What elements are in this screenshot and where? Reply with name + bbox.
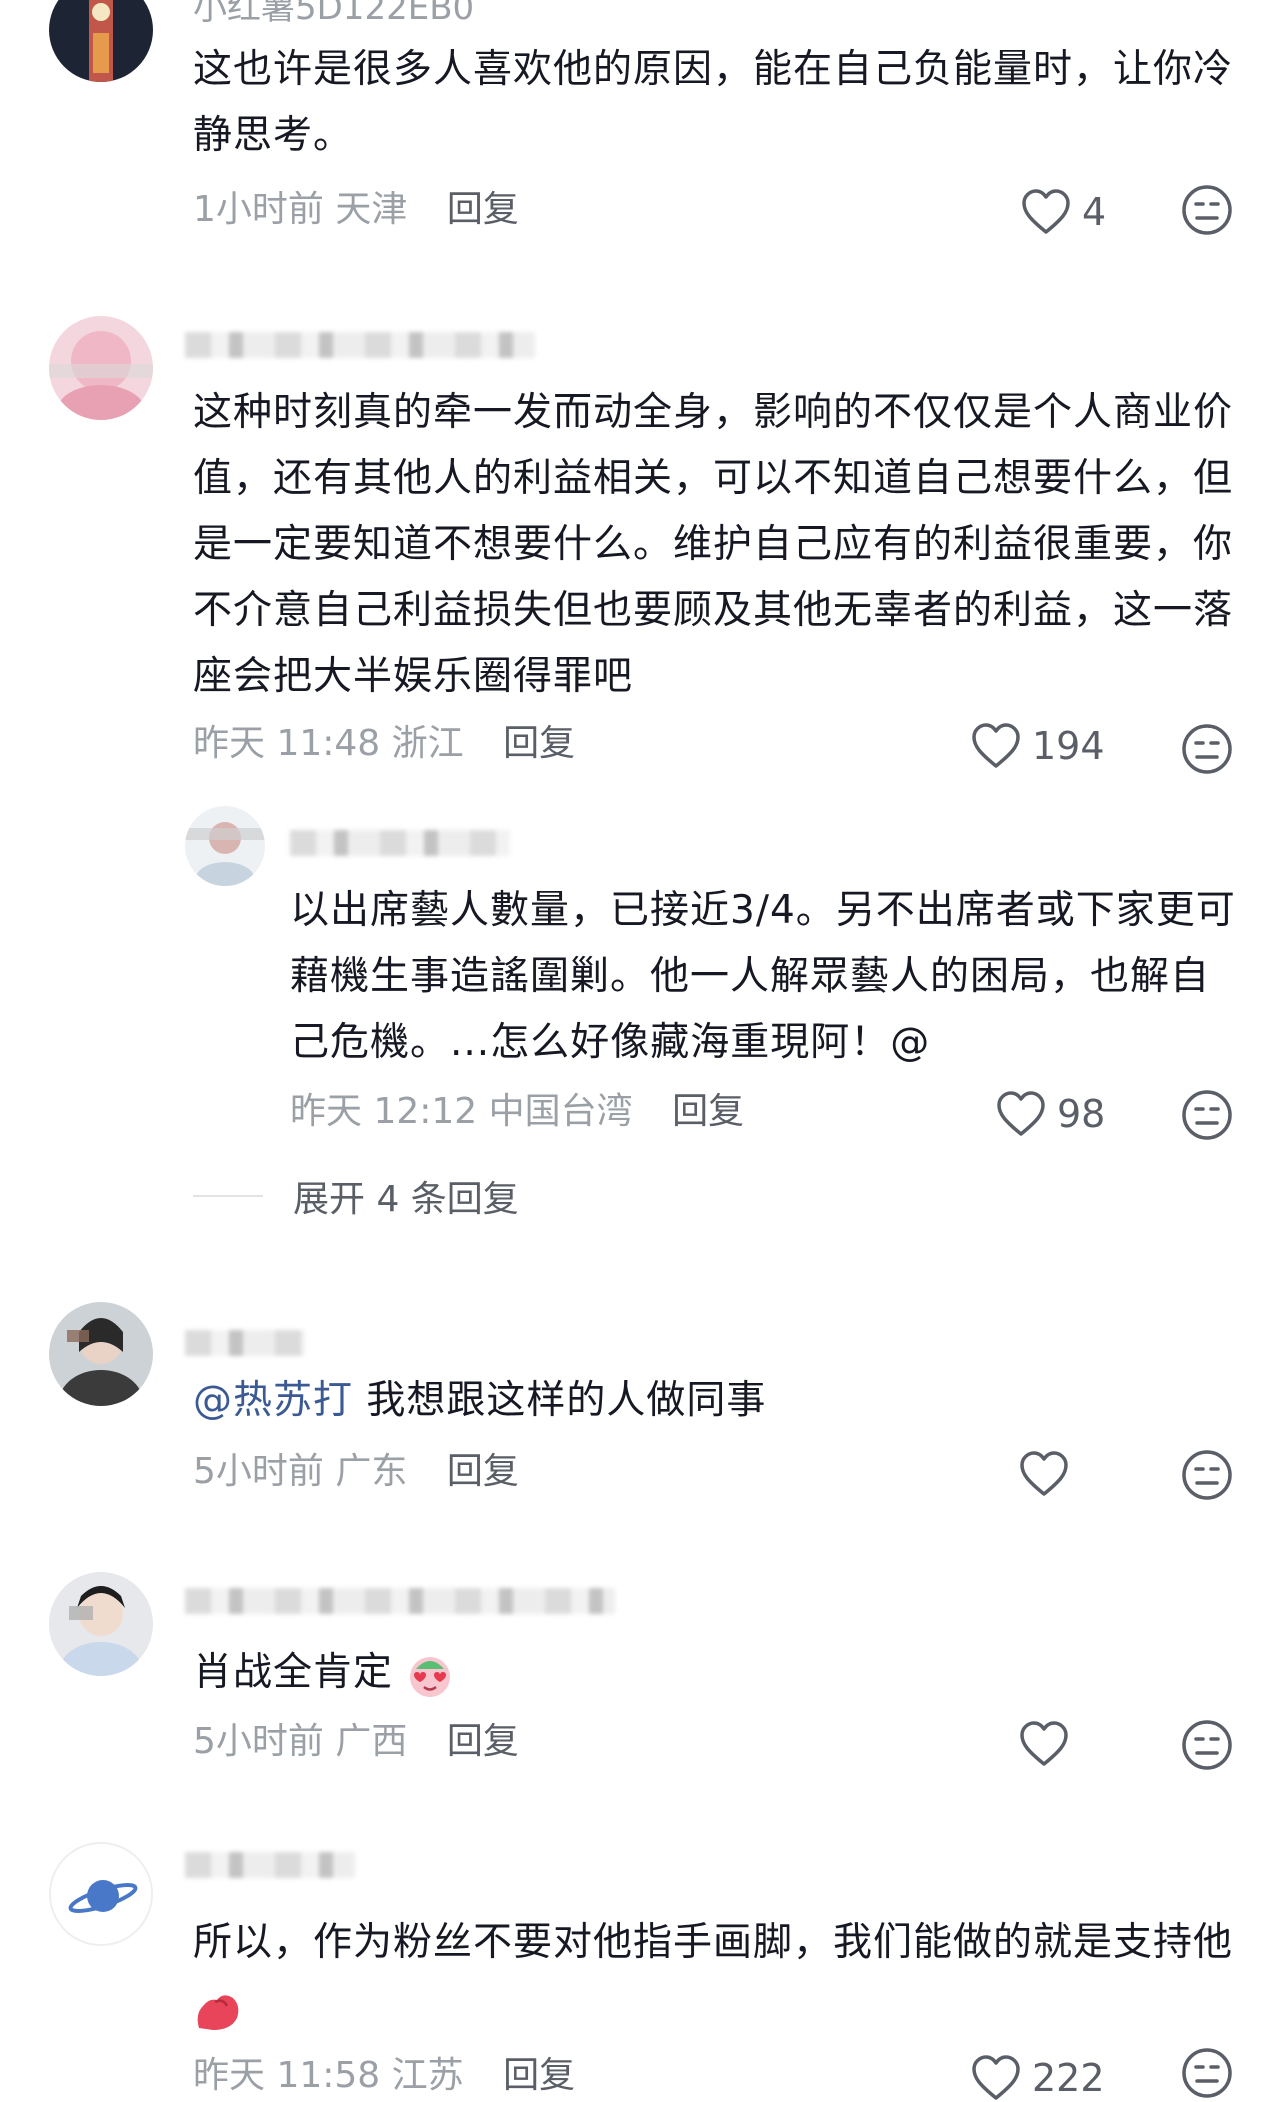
comment-time: 昨天 11:58 xyxy=(193,2055,381,2096)
reply-button[interactable]: 回复 xyxy=(672,1091,744,1132)
avatar[interactable] xyxy=(49,1572,153,1676)
dislike-icon[interactable] xyxy=(1180,183,1234,237)
reply-time: 昨天 12:12 xyxy=(290,1091,478,1132)
comment-body: 我想跟这样的人做同事 xyxy=(366,1378,767,1423)
username[interactable]: 小红薯5D122EB0 xyxy=(193,0,474,28)
like-count: 4 xyxy=(1082,190,1107,234)
comment-text: @热苏打 我想跟这样的人做同事 xyxy=(193,1368,1233,1434)
like-button[interactable]: 98 xyxy=(995,1090,1105,1138)
username-redacted xyxy=(290,830,510,856)
reply-button[interactable]: 回复 xyxy=(503,723,575,764)
dislike-icon[interactable] xyxy=(1180,722,1234,776)
heart-icon xyxy=(1020,1451,1068,1496)
comment-location: 江苏 xyxy=(391,2055,464,2096)
like-button[interactable] xyxy=(1018,1720,1070,1768)
comment-time: 5小时前 xyxy=(193,1451,324,1492)
like-button[interactable]: 4 xyxy=(1020,188,1106,236)
like-button[interactable]: 194 xyxy=(970,722,1105,770)
like-count: 98 xyxy=(1057,1092,1106,1136)
avatar[interactable] xyxy=(49,316,153,420)
expand-replies-button[interactable]: 展开 4 条回复 xyxy=(193,1170,519,1222)
comment-location: 浙江 xyxy=(391,723,464,764)
avatar[interactable] xyxy=(49,0,153,82)
heart-icon xyxy=(997,1091,1045,1136)
heart-icon xyxy=(972,2055,1020,2100)
reply-button[interactable]: 回复 xyxy=(447,1721,519,1762)
comment-location: 广西 xyxy=(335,1721,408,1762)
comment-text: 所以，作为粉丝不要对他指手画脚，我们能做的就是支持他 xyxy=(193,1910,1233,2042)
comment-location: 广东 xyxy=(335,1451,408,1492)
comment-meta: 昨天 11:48 浙江 回复 xyxy=(193,722,575,766)
mention-link[interactable]: @热苏打 xyxy=(193,1378,353,1423)
comment-time: 昨天 11:48 xyxy=(193,723,381,764)
divider xyxy=(193,1195,263,1197)
expand-replies-label: 展开 4 条回复 xyxy=(293,1179,519,1220)
comment-time: 1小时前 xyxy=(193,189,324,230)
avatar[interactable] xyxy=(49,1842,153,1946)
reply-text: 以出席藝人數量，已接近3/4。另不出席者或下家更可藉機生事造謠圍剿。他一人解眾藝… xyxy=(290,888,1236,1065)
comment-text: 这也许是很多人喜欢他的原因，能在自己负能量时，让你冷静思考。 xyxy=(193,47,1234,158)
reply-button[interactable]: 回复 xyxy=(503,2055,575,2096)
comment-location: 天津 xyxy=(335,189,408,230)
comment-text: 肖战全肯定 xyxy=(193,1640,1233,1706)
flexed-biceps-icon xyxy=(197,1994,239,2030)
comment-meta: 5小时前 广西 回复 xyxy=(193,1720,519,1764)
comment-meta: 昨天 11:58 江苏 回复 xyxy=(193,2054,575,2098)
comment-body: 所以，作为粉丝不要对他指手画脚，我们能做的就是支持他 xyxy=(193,1920,1234,1965)
heart-icon xyxy=(1022,189,1070,234)
comment-text: 这种时刻真的牵一发而动全身，影响的不仅仅是个人商业价值，还有其他人的利益相关，可… xyxy=(193,390,1234,699)
comment-time: 5小时前 xyxy=(193,1721,324,1762)
reply-button[interactable]: 回复 xyxy=(447,189,519,230)
heart-icon xyxy=(1020,1721,1068,1766)
reply-meta: 昨天 12:12 中国台湾 回复 xyxy=(290,1090,744,1134)
like-count: 222 xyxy=(1032,2056,1105,2100)
reply-button[interactable]: 回复 xyxy=(447,1451,519,1492)
username-redacted xyxy=(185,332,535,358)
heart-icon xyxy=(972,723,1020,768)
reply-location: 中国台湾 xyxy=(488,1091,633,1132)
dislike-icon[interactable] xyxy=(1180,2046,1234,2100)
like-button[interactable] xyxy=(1018,1450,1070,1498)
like-count: 194 xyxy=(1032,724,1105,768)
avatar[interactable] xyxy=(185,806,265,886)
dislike-icon[interactable] xyxy=(1180,1718,1234,1772)
avatar[interactable] xyxy=(49,1302,153,1406)
comment-body: 肖战全肯定 xyxy=(193,1650,394,1695)
comment-meta: 1小时前 天津 回复 xyxy=(193,188,519,232)
heart-eyes-face-icon xyxy=(410,1656,451,1697)
username-redacted xyxy=(185,1330,305,1356)
username-redacted xyxy=(185,1588,615,1614)
like-button[interactable]: 222 xyxy=(970,2054,1105,2102)
dislike-icon[interactable] xyxy=(1180,1088,1234,1142)
dislike-icon[interactable] xyxy=(1180,1448,1234,1502)
comment-meta: 5小时前 广东 回复 xyxy=(193,1450,519,1494)
username-redacted xyxy=(185,1852,355,1878)
